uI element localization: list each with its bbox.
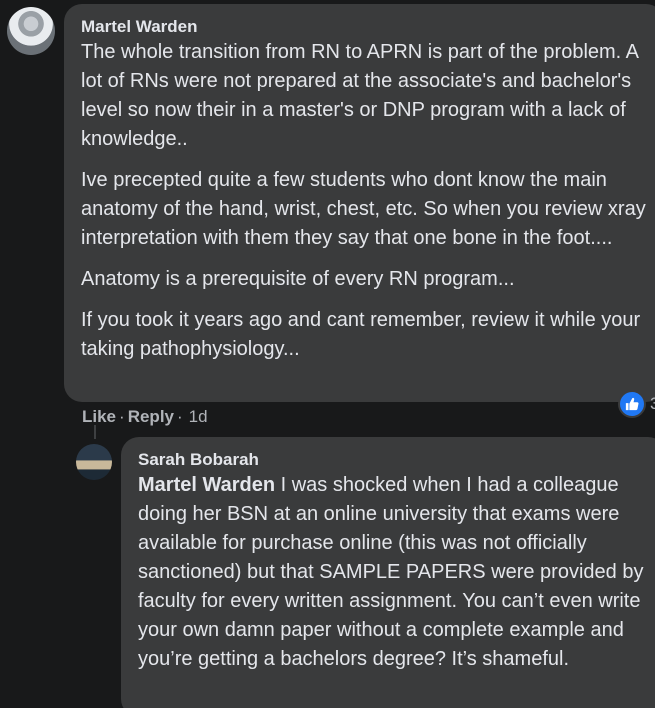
thumbs-up-icon bbox=[618, 390, 646, 418]
reply-body: I was shocked when I had a colleague doi… bbox=[138, 474, 644, 670]
comment-actions: Like · Reply · 1d bbox=[82, 405, 208, 429]
mention-tag[interactable]: Martel Warden bbox=[138, 474, 275, 496]
avatar-sarah-bobarah[interactable] bbox=[76, 444, 112, 480]
comment-paragraph-3: Anatomy is a prerequisite of every RN pr… bbox=[81, 268, 515, 290]
comment-bubble: Martel Warden The whole transition from … bbox=[64, 4, 655, 402]
reaction-count: 3 bbox=[650, 394, 655, 413]
comment-paragraph-1: The whole transition from RN to APRN is … bbox=[81, 41, 638, 150]
comment-paragraph-2: Ive precepted quite a few students who d… bbox=[81, 169, 646, 249]
comment-thread: Martel Warden The whole transition from … bbox=[0, 0, 655, 708]
like-link[interactable]: Like bbox=[82, 407, 116, 426]
reply-link[interactable]: Reply bbox=[128, 407, 174, 426]
comment-timestamp[interactable]: 1d bbox=[189, 407, 208, 426]
comment-author[interactable]: Martel Warden bbox=[81, 16, 655, 38]
reply-text: Martel Warden I was shocked when I had a… bbox=[138, 471, 655, 674]
thread-connector bbox=[94, 425, 96, 439]
reaction-summary[interactable]: 3 bbox=[618, 390, 655, 418]
action-separator: · bbox=[119, 407, 125, 426]
reply-bubble: Sarah Bobarah Martel Warden I was shocke… bbox=[121, 437, 655, 708]
action-separator: · bbox=[177, 407, 183, 426]
avatar-martel-warden[interactable] bbox=[7, 7, 55, 55]
reply-author[interactable]: Sarah Bobarah bbox=[138, 449, 655, 471]
comment-paragraph-4: If you took it years ago and cant rememb… bbox=[81, 309, 641, 360]
